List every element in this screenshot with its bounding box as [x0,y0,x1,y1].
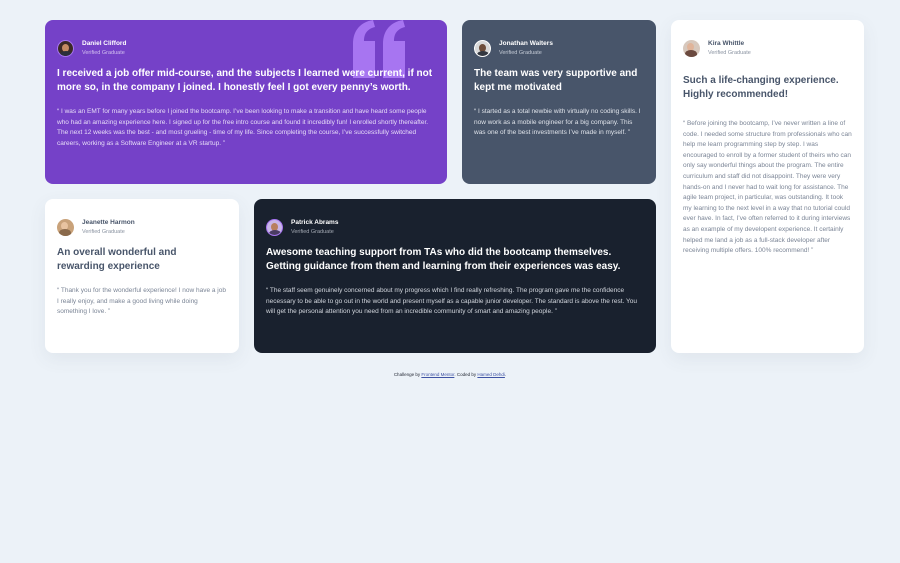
author-role: Verified Graduate [82,229,125,235]
frontend-mentor-link[interactable]: Frontend Mentor [421,372,454,377]
profile: Patrick Abrams Verified Graduate [266,219,644,236]
avatar [266,219,283,236]
author-role: Verified Graduate [82,50,125,56]
author-name: Jonathan Walters [499,40,553,47]
avatar [57,219,74,236]
testimonial-headline: The team was very supportive and kept me… [474,68,638,93]
testimonial-card-jeanette: Jeanette Harmon Verified Graduate An ove… [45,199,239,353]
testimonial-quote: “ I started as a total newbie with virtu… [474,108,641,137]
profile: Jonathan Walters Verified Graduate [474,40,644,57]
testimonial-card-jonathan: Jonathan Walters Verified Graduate The t… [462,20,656,184]
testimonial-headline: I received a job offer mid-course, and t… [57,68,433,93]
author-name: Daniel Clifford [82,40,127,47]
attribution-prefix: Challenge by [393,372,422,377]
profile: Jeanette Harmon Verified Graduate [57,219,227,236]
testimonial-quote: “ I was an EMT for many years before I j… [57,108,429,147]
attribution-suffix: . [504,372,507,377]
profile: Daniel Clifford Verified Graduate [57,40,435,57]
testimonial-headline: An overall wonderful and rewarding exper… [57,247,177,272]
testimonial-quote: “ Thank you for the wonderful experience… [57,287,226,316]
author-name: Jeanette Harmon [82,219,135,226]
author-name: Patrick Abrams [291,219,339,226]
testimonial-card-daniel: Daniel Clifford Verified Graduate I rece… [45,20,447,184]
testimonial-quote: “ The staff seem genuinely concerned abo… [266,287,637,316]
author-role: Verified Graduate [708,50,751,56]
avatar [57,40,74,57]
avatar [474,40,491,57]
author-name: Kira Whittle [708,40,745,47]
author-role: Verified Graduate [291,229,334,235]
profile: Kira Whittle Verified Graduate [683,40,852,57]
author-link[interactable]: Hamed Dehdi [477,372,505,377]
testimonial-headline: Awesome teaching support from TAs who di… [266,247,621,272]
testimonial-quote: “ Before joining the bootcamp, I’ve neve… [683,120,852,255]
testimonial-card-patrick: Patrick Abrams Verified Graduate Awesome… [254,199,656,353]
attribution: Challenge by Frontend Mentor. Coded by H… [0,372,900,377]
attribution-middle: . Coded by [454,372,478,377]
avatar [683,40,700,57]
author-role: Verified Graduate [499,50,542,56]
testimonial-card-kira: Kira Whittle Verified Graduate Such a li… [671,20,864,353]
testimonial-headline: Such a life-changing experience. Highly … [683,75,839,100]
